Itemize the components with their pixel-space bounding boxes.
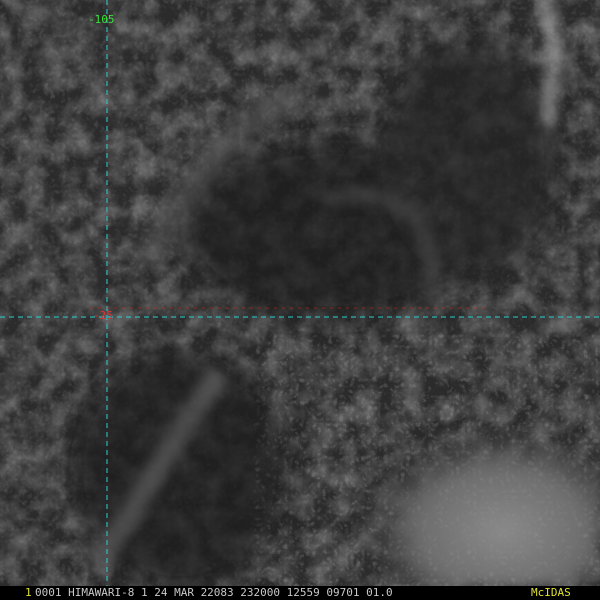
status-bar: 1 0001 HIMAWARI-8 1 24 MAR 22083 232000 … xyxy=(0,586,600,600)
mcidas-logo: McIDAS xyxy=(531,586,571,599)
image-info-text: 0001 HIMAWARI-8 1 24 MAR 22083 232000 12… xyxy=(35,586,393,599)
latitude-label: -25 xyxy=(93,309,113,322)
longitude-label: -105 xyxy=(88,13,115,26)
satellite-cloud-image xyxy=(0,0,600,600)
frame-number: 1 xyxy=(25,586,32,599)
satellite-viewer: -105 -25 1 0001 HIMAWARI-8 1 24 MAR 2208… xyxy=(0,0,600,600)
